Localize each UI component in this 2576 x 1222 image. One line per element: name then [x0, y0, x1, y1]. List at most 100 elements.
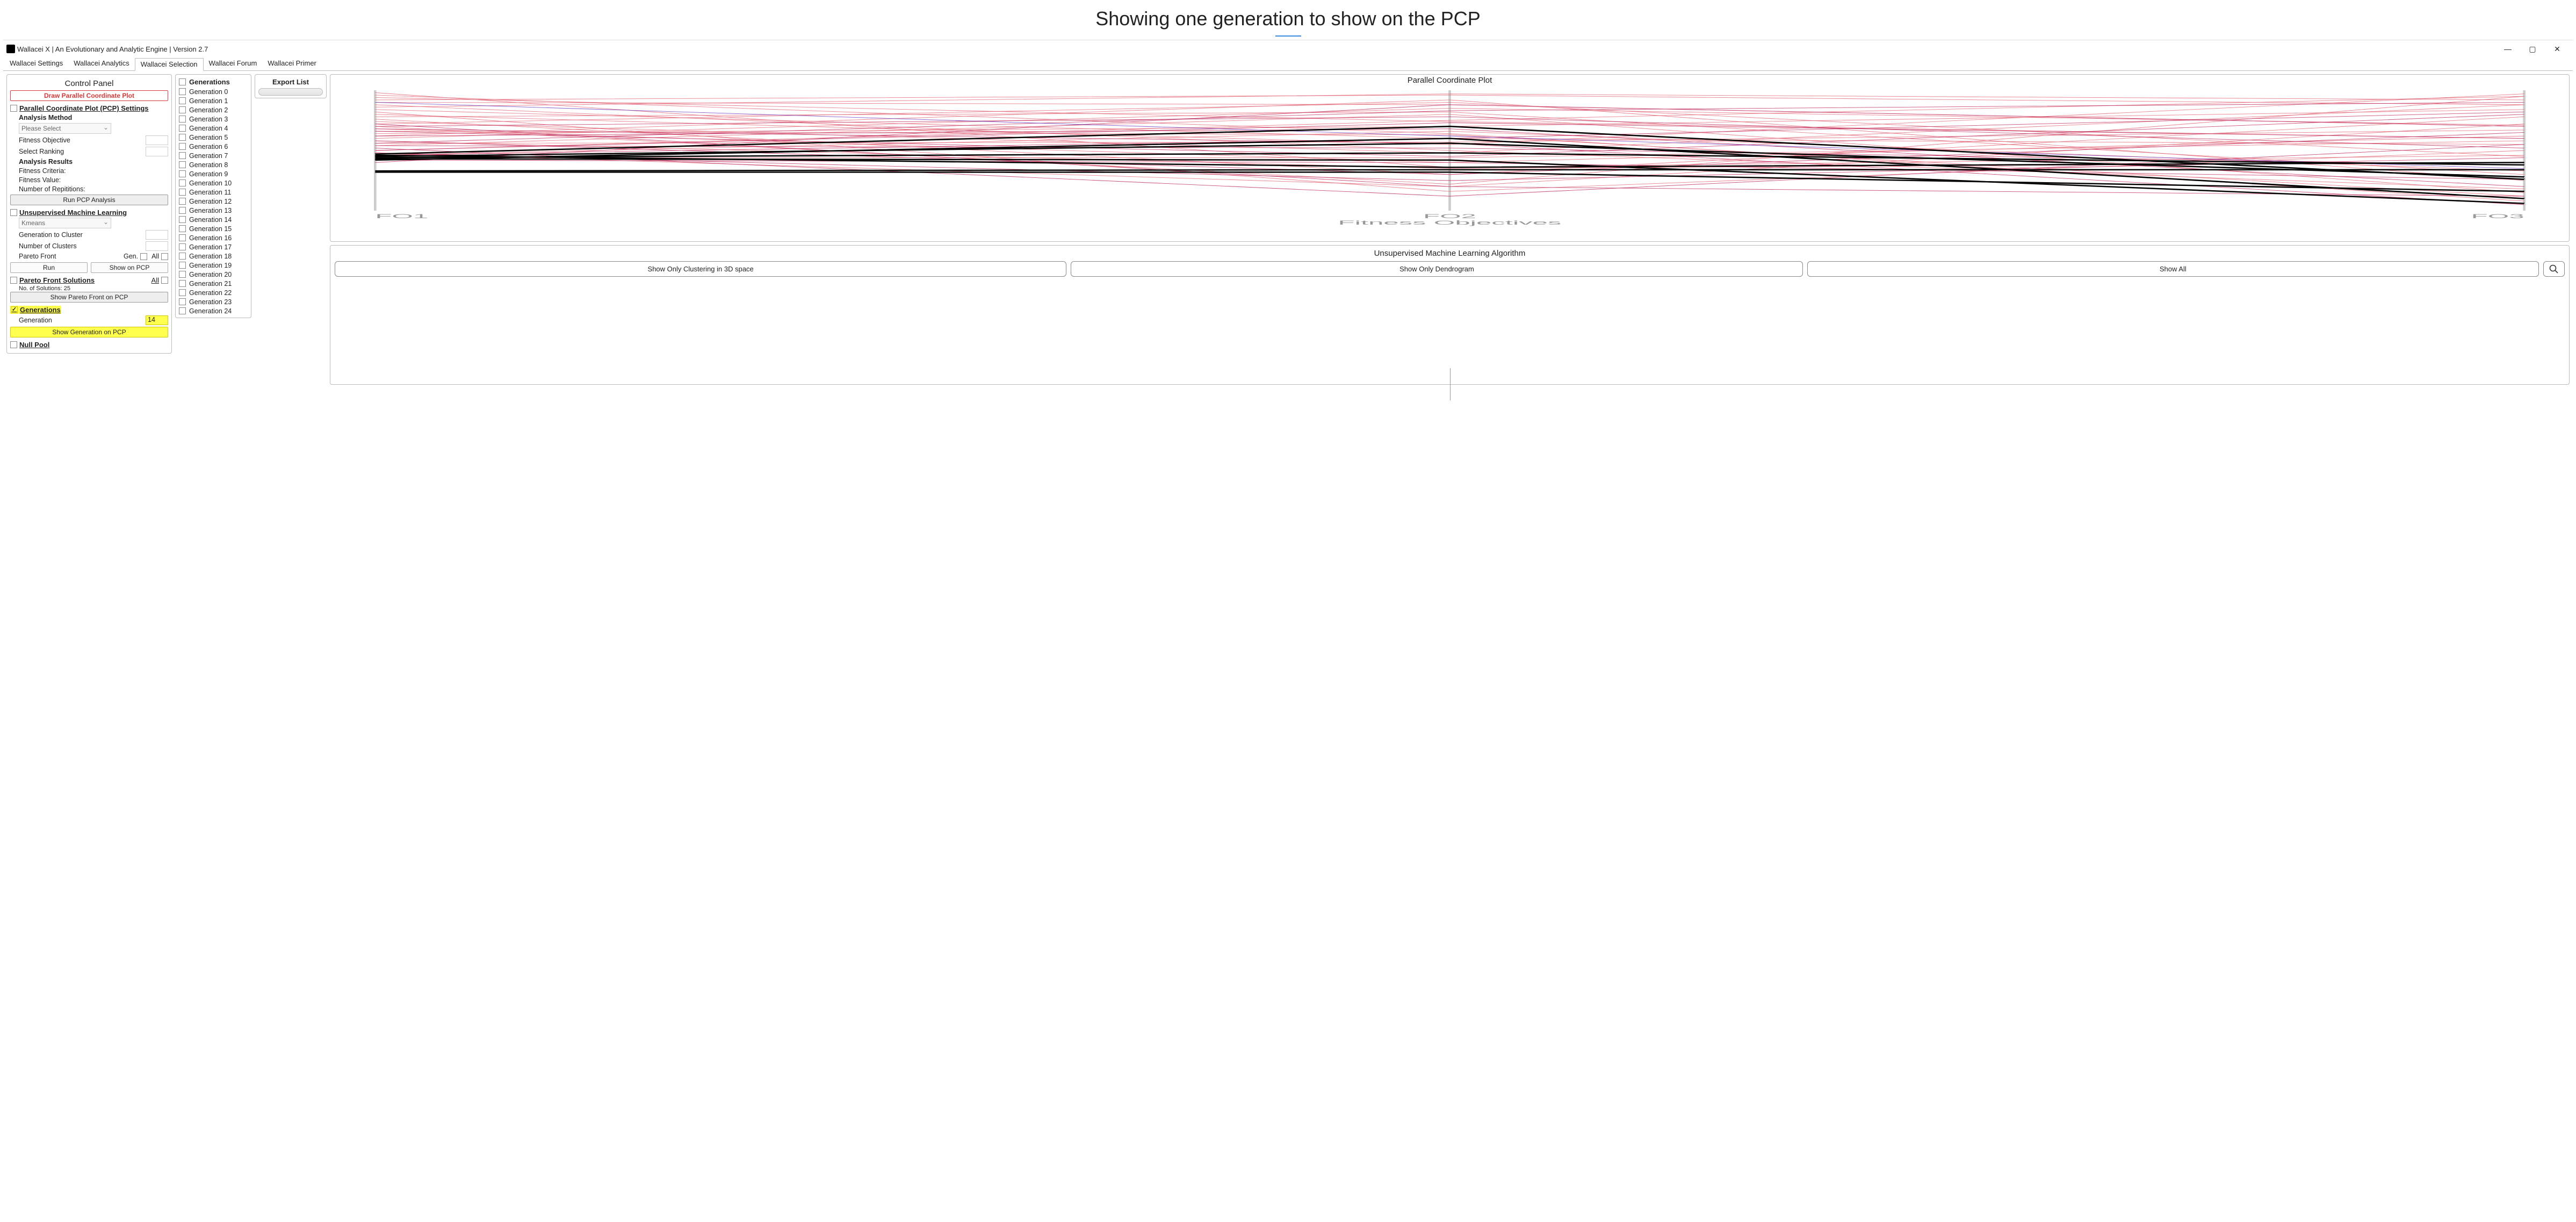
generation-item-checkbox[interactable] — [179, 134, 186, 141]
generation-item-checkbox[interactable] — [179, 280, 186, 287]
generation-number-field[interactable]: 14 — [146, 315, 168, 325]
minimize-button[interactable]: — — [2495, 41, 2520, 56]
analysis-method-select[interactable]: Please Select — [19, 123, 111, 134]
run-pcp-analysis-button[interactable]: Run PCP Analysis — [10, 195, 168, 205]
generation-item-checkbox[interactable] — [179, 125, 186, 132]
num-repetitions-label: Number of Repititions: — [19, 185, 85, 193]
generation-list-item[interactable]: Generation 18 — [179, 251, 248, 261]
generation-item-checkbox[interactable] — [179, 225, 186, 232]
uml-show-on-pcp-button[interactable]: Show on PCP — [91, 262, 168, 273]
uml-label: Unsupervised Machine Learning — [19, 209, 127, 217]
generation-item-checkbox[interactable] — [179, 271, 186, 278]
generation-list-item[interactable]: Generation 17 — [179, 242, 248, 251]
generation-list-item[interactable]: Generation 20 — [179, 270, 248, 279]
generation-item-checkbox[interactable] — [179, 179, 186, 186]
tab-wallacei-analytics[interactable]: Wallacei Analytics — [68, 57, 135, 70]
uml-divider-line — [1450, 368, 1451, 400]
generation-item-checkbox[interactable] — [179, 152, 186, 159]
generation-item-checkbox[interactable] — [179, 97, 186, 104]
generation-number-label: Generation — [19, 317, 146, 324]
generation-list-item[interactable]: Generation 21 — [179, 279, 248, 288]
generation-list-item[interactable]: Generation 3 — [179, 114, 248, 124]
generation-item-checkbox[interactable] — [179, 243, 186, 250]
uml-run-button[interactable]: Run — [10, 262, 88, 273]
pareto-solutions-all-checkbox[interactable] — [161, 277, 168, 284]
generation-item-checkbox[interactable] — [179, 170, 186, 177]
draw-pcp-button[interactable]: Draw Parallel Coordinate Plot — [10, 90, 168, 101]
generations-list-master-checkbox[interactable] — [179, 78, 186, 85]
maximize-button[interactable]: ▢ — [2520, 41, 2545, 56]
generation-list-item[interactable]: Generation 9 — [179, 169, 248, 178]
null-pool-heading: Null Pool — [10, 341, 168, 349]
generation-item-checkbox[interactable] — [179, 161, 186, 168]
zoom-button[interactable] — [2543, 261, 2565, 277]
generation-item-checkbox[interactable] — [179, 198, 186, 205]
generation-list-item[interactable]: Generation 14 — [179, 215, 248, 224]
generations-list: Generation 0Generation 1Generation 2 Gene… — [179, 87, 248, 315]
generation-item-checkbox[interactable] — [179, 234, 186, 241]
pareto-all-label: All — [151, 276, 159, 284]
titlebar: Wallacei X | An Evolutionary and Analyti… — [3, 40, 2573, 57]
generation-item-checkbox[interactable] — [179, 289, 186, 296]
generation-item-label: Generation 3 — [189, 116, 228, 123]
generation-item-checkbox[interactable] — [179, 262, 186, 269]
num-clusters-field[interactable] — [146, 241, 168, 251]
generation-list-item[interactable]: Generation 5 — [179, 133, 248, 142]
generation-list-item[interactable]: Generation 6 — [179, 142, 248, 151]
tab-wallacei-forum[interactable]: Wallacei Forum — [204, 57, 263, 70]
null-pool-label: Null Pool — [19, 341, 49, 349]
generation-item-label: Generation 6 — [189, 143, 228, 150]
tab-wallacei-primer[interactable]: Wallacei Primer — [262, 57, 322, 70]
show-all-button[interactable]: Show All — [1807, 261, 2539, 277]
generation-item-checkbox[interactable] — [179, 216, 186, 223]
uml-checkbox[interactable] — [10, 209, 17, 216]
pareto-solutions-checkbox[interactable] — [10, 277, 17, 284]
generation-item-checkbox[interactable] — [179, 88, 186, 95]
generation-list-item[interactable]: Generation 0 — [179, 87, 248, 96]
null-pool-checkbox[interactable] — [10, 341, 17, 348]
fitness-objective-field[interactable] — [146, 135, 168, 145]
uml-heading: Unsupervised Machine Learning — [10, 209, 168, 217]
generation-list-item[interactable]: Generation 12 — [179, 197, 248, 206]
uml-method-select[interactable]: Kmeans — [19, 218, 111, 228]
generation-item-checkbox[interactable] — [179, 189, 186, 196]
generation-item-checkbox[interactable] — [179, 307, 186, 314]
fitness-criteria-label: Fitness Criteria: — [19, 167, 66, 175]
pareto-gen-checkbox[interactable] — [140, 253, 147, 260]
show-clustering-3d-button[interactable]: Show Only Clustering in 3D space — [335, 261, 1066, 277]
generation-item-checkbox[interactable] — [179, 116, 186, 123]
generation-list-item[interactable]: Generation 10 — [179, 178, 248, 188]
close-button[interactable]: ✕ — [2545, 41, 2570, 56]
select-ranking-field[interactable] — [146, 147, 168, 156]
tab-wallacei-settings[interactable]: Wallacei Settings — [4, 57, 68, 70]
generation-item-checkbox[interactable] — [179, 143, 186, 150]
generation-list-item[interactable]: Generation 24 — [179, 306, 248, 315]
fitness-value-label: Fitness Value: — [19, 176, 61, 184]
generation-list-item[interactable]: Generation 4 — [179, 124, 248, 133]
generations-checkbox[interactable] — [11, 306, 18, 313]
gen-to-cluster-field[interactable] — [146, 230, 168, 240]
generation-list-item[interactable]: Generation 7 — [179, 151, 248, 160]
show-pareto-on-pcp-button[interactable]: Show Pareto Front on PCP — [10, 292, 168, 303]
tab-wallacei-selection[interactable]: Wallacei Selection — [135, 58, 204, 71]
generation-list-item[interactable]: Generation 11 — [179, 188, 248, 197]
generation-list-item[interactable]: Generation 23 — [179, 297, 248, 306]
generation-item-checkbox[interactable] — [179, 106, 186, 113]
generation-item-checkbox[interactable] — [179, 207, 186, 214]
show-generation-on-pcp-button[interactable]: Show Generation on PCP — [10, 327, 168, 337]
generation-list-item[interactable]: Generation 1 — [179, 96, 248, 105]
generation-list-item[interactable]: Generation 8 — [179, 160, 248, 169]
pareto-all-checkbox[interactable] — [161, 253, 168, 260]
generation-item-checkbox[interactable] — [179, 253, 186, 260]
pcp-settings-checkbox[interactable] — [10, 105, 17, 112]
generation-list-item[interactable]: Generation 16 — [179, 233, 248, 242]
show-dendrogram-button[interactable]: Show Only Dendrogram — [1071, 261, 1802, 277]
generation-item-label: Generation 16 — [189, 234, 232, 242]
num-clusters-label: Number of Clusters — [19, 242, 146, 250]
generation-list-item[interactable]: Generation 19 — [179, 261, 248, 270]
generation-list-item[interactable]: Generation 13 — [179, 206, 248, 215]
generation-list-item[interactable]: Generation 2 — [179, 105, 248, 114]
generation-list-item[interactable]: Generation 15 — [179, 224, 248, 233]
generation-list-item[interactable]: Generation 22 — [179, 288, 248, 297]
generation-item-checkbox[interactable] — [179, 298, 186, 305]
